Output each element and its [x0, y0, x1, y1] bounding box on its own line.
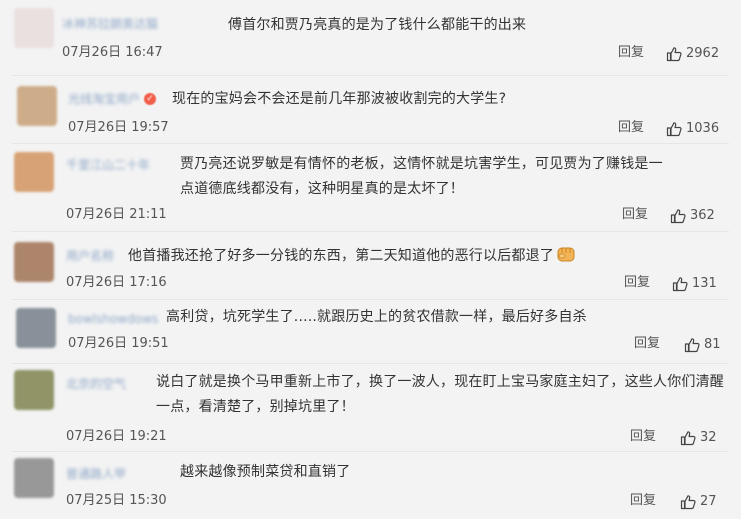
comment-text: 他首播我还抢了好多一分钱的东西，第二天知道他的恶行以后都退了: [128, 244, 576, 269]
avatar[interactable]: [14, 8, 54, 48]
username[interactable]: 千里江山二十年: [66, 157, 150, 173]
thumbs-up-icon: [680, 495, 696, 510]
comment-time: 07月26日 19:57: [68, 120, 169, 135]
avatar[interactable]: [14, 458, 54, 498]
like-count: 131: [692, 276, 717, 291]
thumbs-up-icon: [666, 122, 682, 137]
like-button[interactable]: 131: [672, 275, 717, 293]
comment-text: 傅首尔和贾乃亮真的是为了钱什么都能干的出来: [228, 17, 527, 33]
avatar[interactable]: [17, 86, 57, 126]
comment-time: 07月26日 21:11: [66, 207, 167, 222]
reply-button[interactable]: 回复: [618, 119, 644, 137]
like-count: 2962: [686, 46, 720, 61]
comment-text-content: 他首播我还抢了好多一分钱的东西，第二天知道他的恶行以后都退了: [128, 248, 554, 264]
comment-text: 越来越像预制菜贷和直销了: [180, 464, 351, 480]
reply-button[interactable]: 回复: [624, 274, 650, 292]
comment-text: 说白了就是换个马甲重新上市了，换了一波人，现在盯上宝马家庭主妇了，这些人你们清醒…: [156, 374, 724, 415]
avatar[interactable]: [14, 370, 54, 410]
reply-button[interactable]: 回复: [630, 428, 656, 446]
comment-item: bowlshowdows 高利贷，坑死学生了.....就跟历史上的贫农借款一样，…: [0, 300, 741, 364]
comment-time: 07月26日 16:47: [62, 45, 163, 60]
verified-badge-icon: ✓: [144, 93, 156, 105]
fist-emoji-icon: [557, 247, 575, 262]
comment-item: 光线淘宝用户 ✓ 现在的宝妈会不会还是前几年那波被收割完的大学生? 07月26日…: [0, 76, 741, 144]
thumbs-up-icon: [684, 338, 700, 353]
avatar[interactable]: [16, 308, 56, 348]
reply-button[interactable]: 回复: [630, 492, 656, 510]
thumbs-up-icon: [680, 431, 696, 446]
like-button[interactable]: 81: [684, 336, 721, 354]
comment-item: 北京的空气 说白了就是换个马甲重新上市了，换了一波人，现在盯上宝马家庭主妇了，这…: [0, 364, 741, 452]
comment-time: 07月26日 19:51: [68, 336, 169, 351]
comment-item: 冰神苏拉朗奥达猫 傅首尔和贾乃亮真的是为了钱什么都能干的出来 07月26日 16…: [0, 0, 741, 76]
username[interactable]: 普通路人甲: [66, 466, 126, 482]
comment-text: 现在的宝妈会不会还是前几年那波被收割完的大学生?: [172, 91, 507, 107]
like-count: 1036: [686, 121, 720, 136]
like-button[interactable]: 2962: [666, 45, 719, 63]
comment-time: 07月26日 17:16: [66, 275, 167, 290]
avatar[interactable]: [14, 242, 54, 282]
like-button[interactable]: 32: [680, 429, 717, 447]
username[interactable]: 北京的空气: [66, 376, 126, 392]
comment-feed: 冰神苏拉朗奥达猫 傅首尔和贾乃亮真的是为了钱什么都能干的出来 07月26日 16…: [0, 0, 741, 519]
username[interactable]: 用户名称: [66, 248, 114, 264]
comment-text: 贾乃亮还说罗敏是有情怀的老板，这情怀就是坑害学生，可见贾为了赚钱是一点道德底线都…: [180, 156, 663, 197]
like-count: 362: [690, 208, 715, 223]
reply-button[interactable]: 回复: [618, 44, 644, 62]
thumbs-up-icon: [666, 47, 682, 62]
username[interactable]: bowlshowdows: [68, 311, 158, 327]
like-button[interactable]: 1036: [666, 120, 719, 138]
like-button[interactable]: 362: [670, 207, 715, 225]
comment-item: 普通路人甲 越来越像预制菜贷和直销了 07月25日 15:30 回复 27: [0, 452, 741, 519]
reply-button[interactable]: 回复: [622, 206, 648, 224]
like-count: 81: [704, 337, 721, 352]
comment-item: 千里江山二十年 贾乃亮还说罗敏是有情怀的老板，这情怀就是坑害学生，可见贾为了赚钱…: [0, 144, 741, 232]
thumbs-up-icon: [670, 209, 686, 224]
like-count: 27: [700, 494, 717, 509]
thumbs-up-icon: [672, 277, 688, 292]
comment-time: 07月26日 19:21: [66, 429, 167, 444]
like-button[interactable]: 27: [680, 493, 717, 511]
comment-item: 用户名称 他首播我还抢了好多一分钱的东西，第二天知道他的恶行以后都退了 07月2…: [0, 232, 741, 300]
reply-button[interactable]: 回复: [634, 335, 660, 353]
username[interactable]: 冰神苏拉朗奥达猫: [62, 16, 158, 32]
like-count: 32: [700, 430, 717, 445]
comment-time: 07月25日 15:30: [66, 493, 167, 508]
comment-text: 高利贷，坑死学生了.....就跟历史上的贫农借款一样，最后好多自杀: [166, 309, 587, 325]
username[interactable]: 光线淘宝用户: [68, 91, 140, 107]
avatar[interactable]: [14, 152, 54, 192]
